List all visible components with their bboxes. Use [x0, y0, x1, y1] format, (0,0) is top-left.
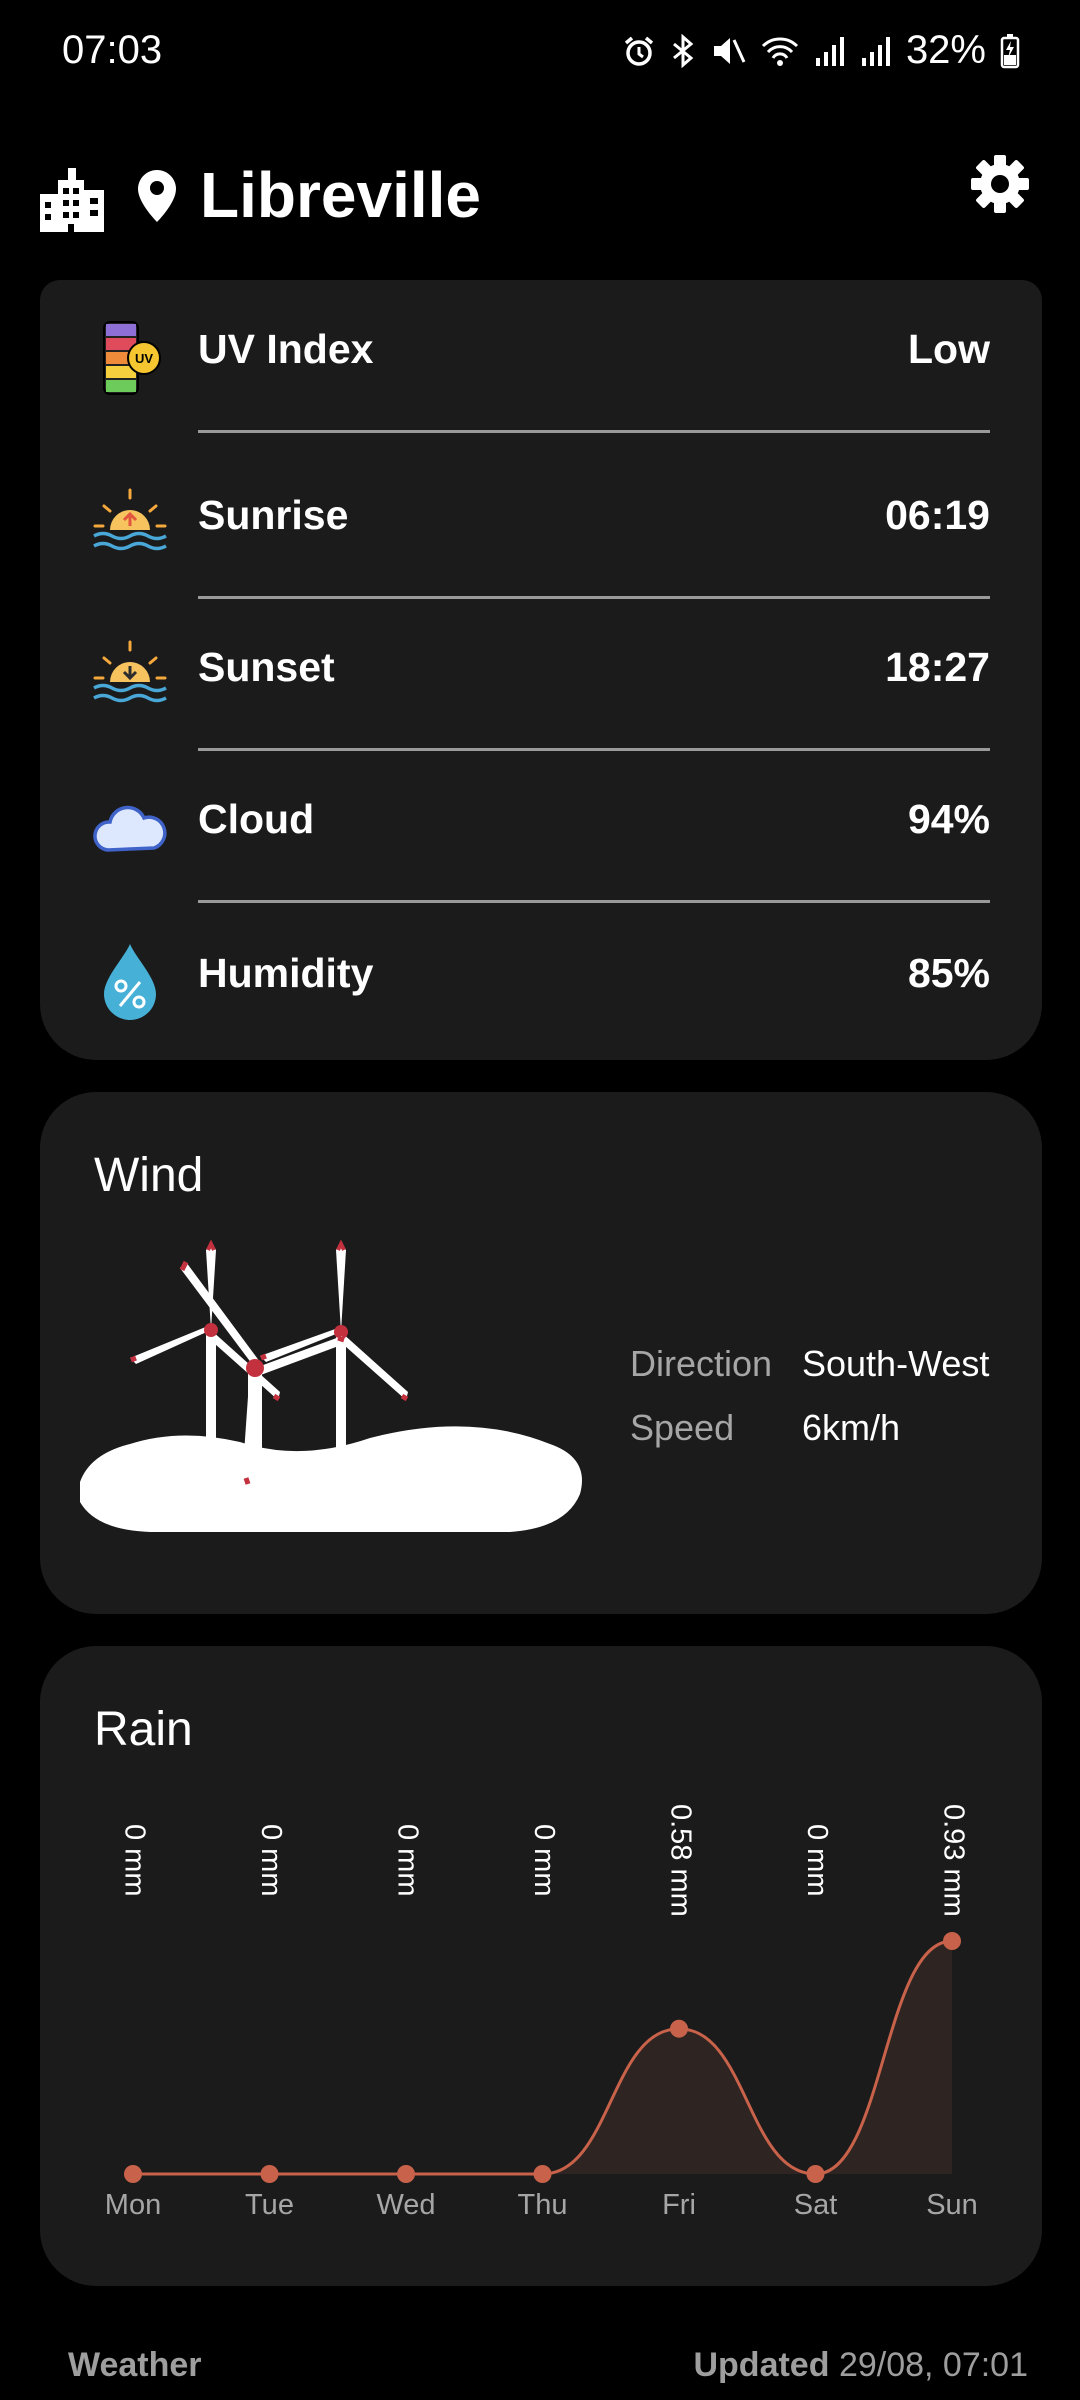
battery-percent: 32%	[905, 28, 986, 72]
footer-app-name: Weather	[68, 2346, 202, 2384]
rain-day-label: Thu	[518, 2189, 568, 2221]
wind-speed-label: Speed	[630, 1407, 735, 1448]
rain-value-label: 0 mm	[391, 1824, 423, 1897]
wind-speed-value: 6km/h	[802, 1407, 901, 1448]
rain-value-label: 0 mm	[118, 1824, 150, 1897]
rain-value-label: 0.58 mm	[664, 1804, 696, 1917]
rain-card: Rain 0 mm Mon 0 mm Tue 0 mm Wed 0 mm Thu 0.58 mm…	[40, 1646, 1042, 2286]
uv-index-icon: UV	[103, 321, 161, 395]
gear-icon	[971, 155, 1029, 213]
bluetooth-icon	[672, 33, 694, 68]
detail-label: Humidity	[198, 950, 374, 996]
rain-point	[670, 2019, 688, 2038]
detail-value: 18:27	[885, 644, 990, 690]
rain-day-label: Sat	[794, 2189, 838, 2221]
updated-time: 29/08, 07:01	[838, 2346, 1028, 2384]
wind-turbines-illustration	[80, 1239, 582, 1532]
detail-row-uv-index: UV UV Index Low	[40, 280, 1042, 430]
rain-point	[124, 2165, 142, 2183]
location-name[interactable]: Libreville	[200, 158, 481, 232]
wind-speed-row: Speed 6km/h	[630, 1396, 989, 1460]
city-icon	[40, 168, 104, 232]
rain-area	[133, 1941, 952, 2174]
rain-point	[806, 2165, 825, 2183]
detail-row-sunset: Sunset 18:27	[40, 598, 1042, 748]
divider	[198, 430, 990, 433]
status-time: 07:03	[62, 28, 163, 72]
detail-label: Sunrise	[198, 492, 349, 538]
detail-label: UV Index	[198, 326, 374, 372]
wifi-icon	[761, 36, 798, 66]
detail-value: 06:19	[885, 492, 990, 538]
rain-value-label: 0 mm	[255, 1824, 287, 1897]
rain-line	[133, 1939, 953, 2176]
updated-label: Updated	[693, 2346, 830, 2384]
footer-updated: Updated 29/08, 07:01	[693, 2346, 1028, 2385]
detail-label: Cloud	[198, 796, 315, 842]
humidity-icon	[104, 944, 156, 1020]
wind-card: Wind Direction South-West Speed 6km/h	[40, 1092, 1042, 1614]
detail-value: Low	[908, 326, 990, 372]
rain-value-label: 0 mm	[801, 1824, 833, 1897]
wind-turbine	[260, 1239, 409, 1462]
detail-value: 94%	[907, 796, 990, 842]
rain-point	[533, 2165, 552, 2183]
detail-row-sunrise: Sunrise 06:19	[40, 446, 1042, 596]
rain-value-label: 0.93 mm	[937, 1804, 969, 1917]
alarm-icon	[624, 36, 654, 66]
detail-value: 85%	[907, 950, 990, 996]
wind-direction-value: South-West	[802, 1343, 990, 1384]
rain-day-label: Mon	[105, 2189, 161, 2221]
rain-point	[943, 1932, 961, 1950]
weather-details-card: UV UV Index Low Sunrise 06:19 Sunset 18:…	[40, 280, 1042, 1060]
signal-icon	[861, 36, 890, 66]
rain-day-label: Tue	[245, 2189, 294, 2221]
settings-button[interactable]	[970, 154, 1040, 224]
detail-row-humidity: Humidity 85%	[40, 904, 1042, 1054]
mute-icon	[713, 37, 746, 64]
wind-title: Wind	[94, 1149, 204, 1202]
wind-direction-label: Direction	[630, 1343, 773, 1384]
location-pin-icon	[138, 170, 176, 222]
sunrise-icon	[93, 488, 167, 551]
detail-label: Sunset	[198, 644, 335, 690]
rain-day-label: Fri	[662, 2189, 696, 2221]
divider	[198, 900, 990, 903]
wind-info: Direction South-West Speed 6km/h	[630, 1332, 989, 1460]
detail-row-cloud: Cloud 94%	[40, 750, 1042, 900]
sunset-icon	[93, 640, 167, 703]
rain-chart: 0 mm Mon 0 mm Tue 0 mm Wed 0 mm Thu 0.58 mm Fri 0 …	[105, 1804, 978, 2221]
status-bar: 07:03 32%	[0, 0, 1080, 100]
rain-title: Rain	[94, 1703, 193, 1756]
svg-text:UV: UV	[135, 351, 153, 366]
rain-value-label: 0 mm	[528, 1824, 560, 1897]
rain-point	[397, 2165, 415, 2183]
status-icons: 32%	[622, 28, 1020, 73]
rain-day-label: Sun	[926, 2189, 978, 2221]
signal-icon	[815, 36, 844, 66]
battery-charging-icon	[1000, 33, 1020, 68]
header: Libreville	[0, 140, 1080, 250]
rain-day-label: Wed	[376, 2189, 435, 2221]
cloud-icon	[93, 805, 167, 852]
wind-direction-row: Direction South-West	[630, 1332, 989, 1396]
rain-point	[260, 2165, 279, 2183]
